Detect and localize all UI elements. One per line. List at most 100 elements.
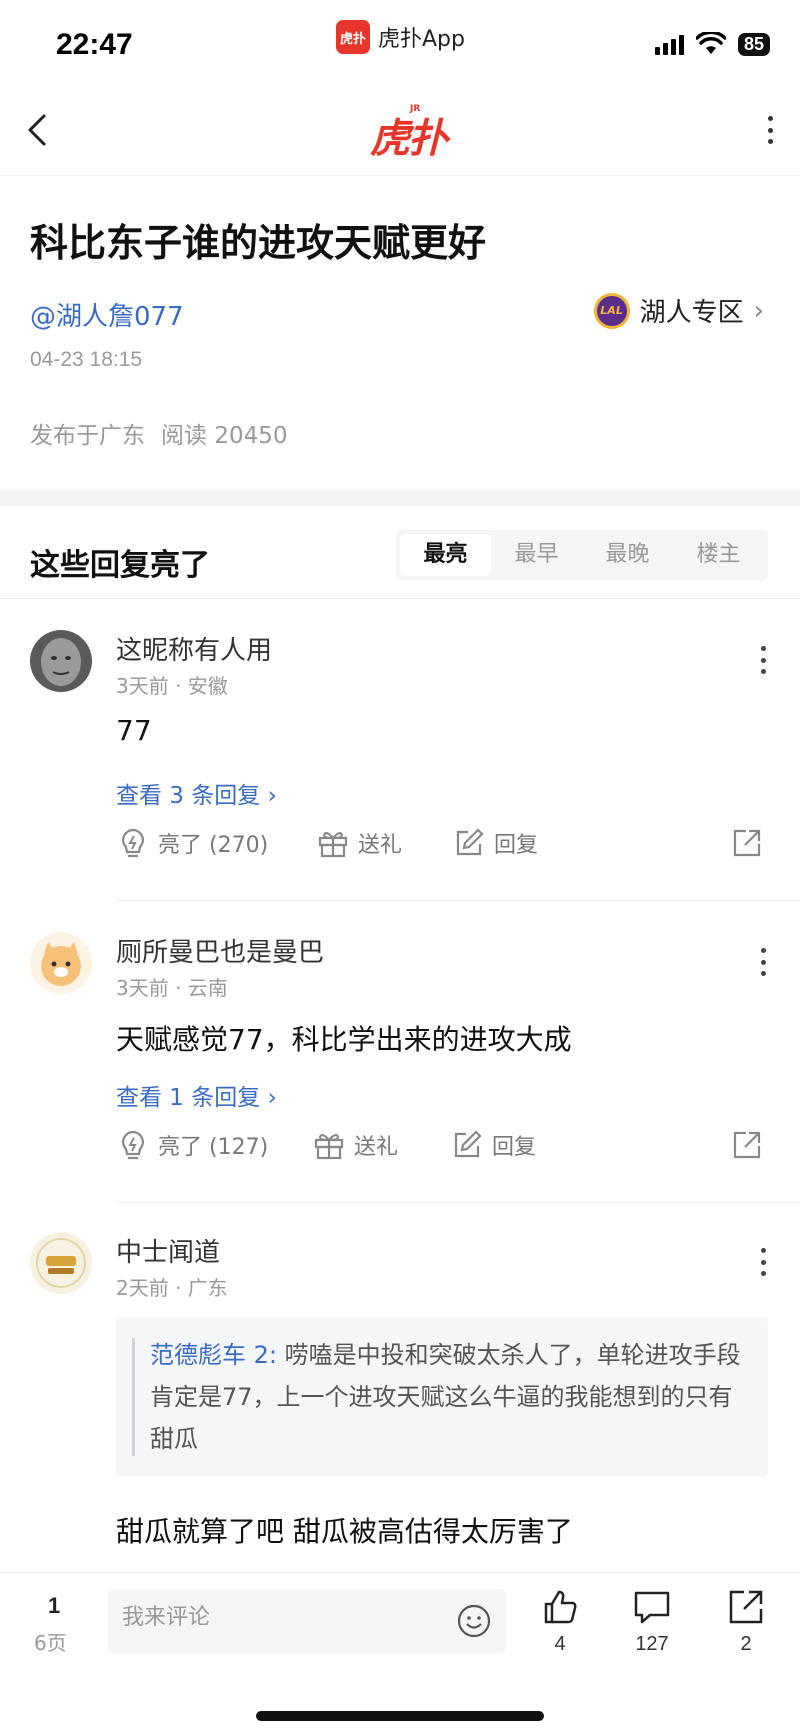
lightbulb-icon: [122, 828, 144, 858]
section-divider: [0, 490, 800, 506]
page-number[interactable]: 1: [48, 1593, 60, 1619]
divider: [116, 1202, 800, 1203]
bottom-bar: 1 6页 4 127 2: [0, 1572, 800, 1731]
wifi-icon: [695, 32, 726, 54]
share-icon: [729, 1590, 763, 1624]
thumbs-up-icon: [544, 1590, 577, 1624]
read-label: 阅读: [161, 423, 207, 449]
home-indicator[interactable]: [256, 1711, 544, 1721]
comment-item: 这昵称有人用 3天前 · 安徽 77 查看 3 条回复 › 亮了 (270) 送…: [0, 630, 800, 901]
gift-button[interactable]: 送礼: [312, 1128, 398, 1162]
post-title: 科比东子谁的进攻天赋更好: [30, 221, 487, 265]
status-time: 22:47: [56, 28, 133, 61]
more-icon[interactable]: [760, 646, 766, 674]
share-icon: [733, 829, 761, 857]
comment-author[interactable]: 厕所曼巴也是曼巴: [116, 932, 324, 969]
like-button[interactable]: 亮了 (127): [116, 1128, 268, 1162]
tab-latest[interactable]: 最晚: [582, 534, 673, 576]
more-icon[interactable]: [766, 116, 774, 144]
gift-icon: [318, 832, 348, 858]
share-button[interactable]: [730, 1128, 764, 1162]
page-total[interactable]: 6页: [34, 1627, 67, 1656]
quote-text: 范德彪车 2: 唠嗑是中投和突破太杀人了，单轮进攻手段肯定是77，上一个进攻天赋…: [150, 1334, 752, 1460]
comment-actions: 亮了 (127) 送礼 回复: [116, 1128, 768, 1168]
post-meta: 发布于广东 阅读 20450: [30, 416, 287, 450]
divider: [0, 598, 800, 599]
edit-icon: [454, 1130, 482, 1158]
view-replies-link[interactable]: 查看 1 条回复 ›: [116, 1078, 277, 1112]
tab-earliest[interactable]: 最早: [491, 534, 582, 576]
lightbulb-icon: [122, 1130, 144, 1160]
quoted-reply[interactable]: 范德彪车 2: 唠嗑是中投和突破太杀人了，单轮进攻手段肯定是77，上一个进攻天赋…: [116, 1318, 768, 1476]
tab-brightest[interactable]: 最亮: [400, 534, 491, 576]
comment-text: 天赋感觉77，科比学出来的进攻大成: [116, 1023, 572, 1056]
post-time: 04-23 18:15: [30, 348, 143, 371]
app-indicator: 虎扑 虎扑App: [336, 20, 465, 54]
view-replies-link[interactable]: 查看 3 条回复 ›: [116, 776, 277, 810]
post-author-link[interactable]: @湖人詹077: [30, 296, 184, 333]
more-icon[interactable]: [760, 948, 766, 976]
share-icon: [733, 1131, 761, 1159]
comment-meta: 3天前 · 安徽: [116, 674, 228, 698]
replies-title: 这些回复亮了: [30, 548, 210, 583]
comment-author[interactable]: 中士闻道: [116, 1232, 220, 1269]
comments-button[interactable]: 127: [612, 1587, 692, 1656]
divider: [116, 900, 800, 901]
gift-label: 送礼: [354, 1135, 399, 1160]
status-icons: 85: [654, 32, 770, 56]
lakers-logo-icon: LAL: [593, 292, 630, 329]
more-icon[interactable]: [760, 1248, 766, 1276]
comment-author[interactable]: 这昵称有人用: [116, 630, 272, 667]
gift-icon: [314, 1134, 344, 1160]
tab-op-only[interactable]: 楼主: [673, 534, 764, 576]
like-button[interactable]: 亮了 (270): [116, 826, 268, 860]
hupu-app-icon: 虎扑: [336, 20, 370, 54]
comment-text: 甜瓜就算了吧 甜瓜被高估得太厉害了: [116, 1515, 573, 1548]
signal-icon: [654, 33, 684, 55]
nav-bar: 虎扑 JR: [0, 92, 800, 176]
emoji-icon[interactable]: [456, 1603, 492, 1639]
reply-button[interactable]: 回复: [452, 826, 538, 860]
comment-meta: 3天前 · 云南: [116, 976, 228, 1000]
comment-input-box[interactable]: [108, 1589, 506, 1653]
back-icon[interactable]: [26, 112, 48, 155]
like-post-button[interactable]: 4: [520, 1587, 600, 1656]
comments-count: 127: [635, 1633, 669, 1655]
chevron-right-icon: ›: [753, 295, 764, 326]
sort-tabs: 最亮 最早 最晚 楼主: [396, 530, 768, 580]
like-post-count: 4: [554, 1633, 566, 1655]
comment-icon: [634, 1591, 670, 1624]
hupu-logo: 虎扑: [370, 115, 448, 162]
post-location: 发布于广东: [30, 423, 145, 449]
reply-button[interactable]: 回复: [450, 1128, 536, 1162]
quote-bar: [132, 1338, 135, 1456]
comment-text: 77: [116, 714, 152, 747]
comment-item: 中士闻道 2天前 · 广东 范德彪车 2: 唠嗑是中投和突破太杀人了，单轮进攻手…: [0, 1232, 800, 1572]
battery-icon: 85: [737, 32, 770, 56]
status-bar: 22:47 虎扑 虎扑App 85: [0, 0, 800, 90]
zone-label: 湖人专区: [639, 298, 744, 328]
share-post-button[interactable]: 2: [706, 1587, 786, 1656]
comment-input[interactable]: [122, 1605, 422, 1630]
edit-icon: [456, 828, 484, 856]
like-count: 亮了 (270): [158, 833, 269, 858]
reply-label: 回复: [492, 1135, 537, 1160]
read-count: 20450: [214, 423, 288, 449]
share-button[interactable]: [730, 826, 764, 860]
share-post-count: 2: [740, 1633, 752, 1655]
quote-author[interactable]: 范德彪车 2:: [150, 1341, 277, 1369]
post-reads: 阅读 20450: [161, 416, 287, 450]
avatar[interactable]: [30, 1232, 92, 1294]
avatar[interactable]: [30, 932, 92, 994]
gift-button[interactable]: 送礼: [316, 826, 402, 860]
app-name: 虎扑App: [378, 27, 465, 52]
like-count: 亮了 (127): [158, 1135, 269, 1160]
comment-meta: 2天前 · 广东: [116, 1276, 228, 1300]
zone-link[interactable]: LAL 湖人专区 ›: [593, 292, 764, 329]
reply-label: 回复: [494, 833, 539, 858]
comment-item: 厕所曼巴也是曼巴 3天前 · 云南 天赋感觉77，科比学出来的进攻大成 查看 1…: [0, 932, 800, 1203]
logo-badge: JR: [410, 104, 421, 114]
avatar[interactable]: [30, 630, 92, 692]
comment-actions: 亮了 (270) 送礼 回复: [116, 826, 768, 866]
gift-label: 送礼: [358, 833, 403, 858]
